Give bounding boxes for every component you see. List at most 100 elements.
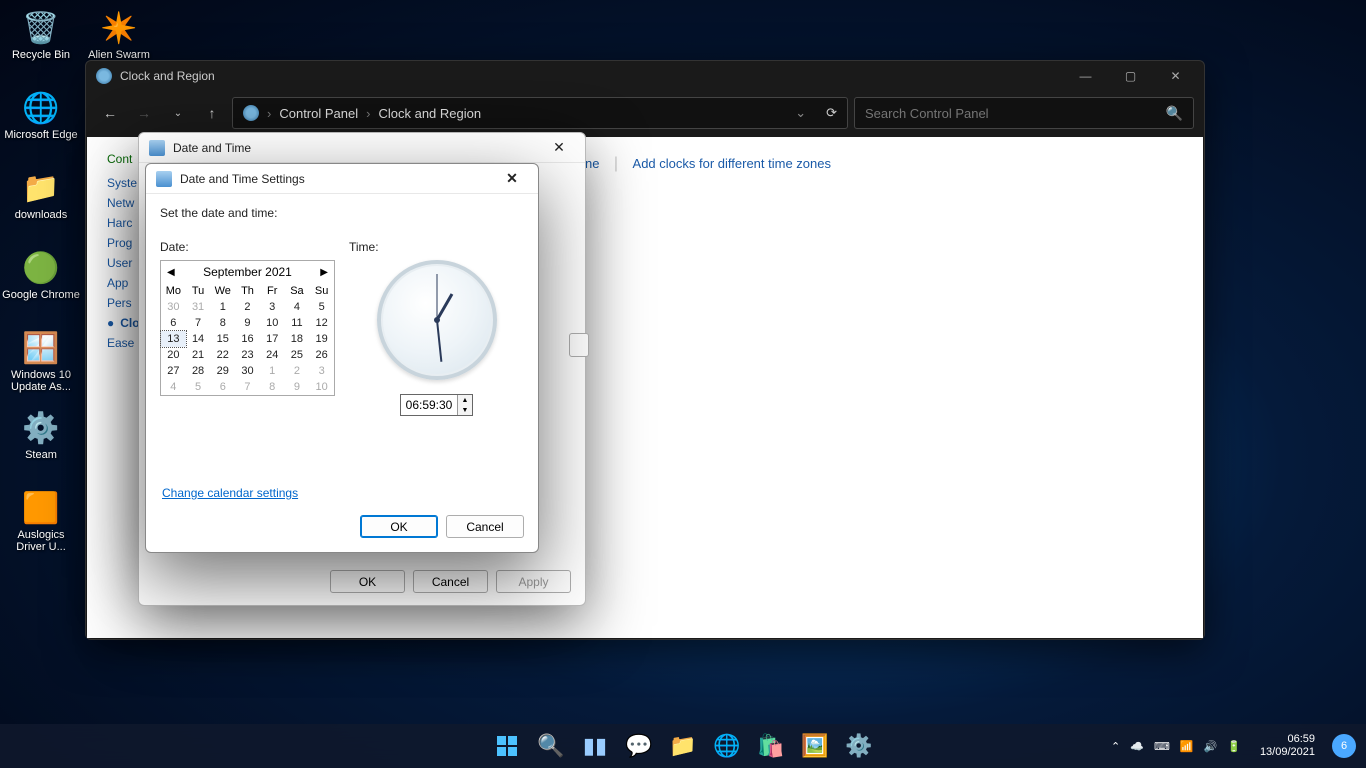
cal-day[interactable]: 20 <box>161 347 186 363</box>
cal-day[interactable]: 10 <box>260 315 285 331</box>
cal-day[interactable]: 30 <box>235 363 260 379</box>
cal-day[interactable]: 23 <box>235 347 260 363</box>
time-input[interactable] <box>401 396 457 414</box>
cal-day[interactable]: 9 <box>285 379 310 395</box>
cal-day[interactable]: 18 <box>285 331 310 347</box>
cal-day[interactable]: 12 <box>309 315 334 331</box>
cal-day[interactable]: 9 <box>235 315 260 331</box>
cal-day[interactable]: 4 <box>161 379 186 395</box>
link-partial[interactable]: ne <box>585 156 599 171</box>
cal-day[interactable]: 1 <box>210 299 235 315</box>
desktop-icon-windows-10-update-as-[interactable]: 🪟Windows 10 Update As... <box>2 325 80 395</box>
cal-day[interactable]: 7 <box>186 315 211 331</box>
desktop-icon-microsoft-edge[interactable]: 🌐Microsoft Edge <box>2 85 80 155</box>
chevron-right-icon[interactable]: › <box>267 106 271 121</box>
cal-day[interactable]: 13 <box>161 331 186 347</box>
explorer-button[interactable]: 📁 <box>663 726 703 766</box>
cal-day[interactable]: 22 <box>210 347 235 363</box>
minimize-button[interactable]: — <box>1063 62 1108 90</box>
up-button[interactable]: ↑ <box>198 99 226 127</box>
dts-titlebar[interactable]: Date and Time Settings ✕ <box>146 164 538 194</box>
search-button[interactable]: 🔍 <box>531 726 571 766</box>
cal-day[interactable]: 3 <box>260 299 285 315</box>
refresh-icon[interactable]: ⟳ <box>826 105 837 121</box>
crumb-clock-region[interactable]: Clock and Region <box>378 106 481 121</box>
cal-day[interactable]: 8 <box>260 379 285 395</box>
dt-ok-button[interactable]: OK <box>330 570 405 593</box>
address-dropdown-icon[interactable]: ⌄ <box>795 105 806 121</box>
desktop-icon-recycle-bin[interactable]: 🗑️Recycle Bin <box>2 5 80 75</box>
cal-day[interactable]: 19 <box>309 331 334 347</box>
system-tray[interactable]: ⌃ ☁️ ⌨ 📶 🔊 🔋 <box>1103 740 1249 753</box>
cal-day[interactable]: 14 <box>186 331 211 347</box>
cal-day[interactable]: 5 <box>186 379 211 395</box>
cal-day[interactable]: 6 <box>210 379 235 395</box>
cal-day[interactable]: 15 <box>210 331 235 347</box>
cp-titlebar[interactable]: Clock and Region — ▢ ✕ <box>86 61 1204 91</box>
time-spin-down[interactable]: ▼ <box>458 405 472 415</box>
cal-day[interactable]: 2 <box>235 299 260 315</box>
cal-day[interactable]: 10 <box>309 379 334 395</box>
cal-day[interactable]: 16 <box>235 331 260 347</box>
keyboard-icon[interactable]: ⌨ <box>1154 740 1170 753</box>
cal-day[interactable]: 24 <box>260 347 285 363</box>
cal-prev-month[interactable]: ◀ <box>167 267 175 278</box>
notification-badge[interactable]: 6 <box>1332 734 1356 758</box>
tray-chevron-icon[interactable]: ⌃ <box>1111 740 1120 753</box>
cal-day[interactable]: 3 <box>309 363 334 379</box>
close-button[interactable]: ✕ <box>1153 62 1198 90</box>
edge-button[interactable]: 🌐 <box>707 726 747 766</box>
cal-day[interactable]: 27 <box>161 363 186 379</box>
cal-day[interactable]: 1 <box>260 363 285 379</box>
taskview-button[interactable]: ▮▮ <box>575 726 615 766</box>
volume-icon[interactable]: 🔊 <box>1204 740 1218 753</box>
dts-cancel-button[interactable]: Cancel <box>446 515 524 538</box>
desktop-icon-auslogics-driver-u-[interactable]: 🟧Auslogics Driver U... <box>2 485 80 555</box>
search-input[interactable] <box>865 106 1166 121</box>
back-button[interactable]: ← <box>96 99 124 127</box>
link-add-clocks[interactable]: Add clocks for different time zones <box>633 156 831 171</box>
dt-apply-button[interactable]: Apply <box>496 570 571 593</box>
crumb-control-panel[interactable]: Control Panel <box>279 106 358 121</box>
forward-button[interactable]: → <box>130 99 158 127</box>
search-box[interactable]: 🔍 <box>854 97 1194 129</box>
desktop-icon-google-chrome[interactable]: 🟢Google Chrome <box>2 245 80 315</box>
desktop-icon-steam[interactable]: ⚙️Steam <box>2 405 80 475</box>
cal-day[interactable]: 6 <box>161 315 186 331</box>
app2-button[interactable]: ⚙️ <box>839 726 879 766</box>
change-calendar-settings-link[interactable]: Change calendar settings <box>162 486 298 500</box>
time-spin-up[interactable]: ▲ <box>458 395 472 405</box>
search-icon[interactable]: 🔍 <box>1166 105 1183 122</box>
cal-day[interactable]: 5 <box>309 299 334 315</box>
start-button[interactable] <box>487 726 527 766</box>
address-bar[interactable]: › Control Panel › Clock and Region ⌄ ⟳ <box>232 97 848 129</box>
cal-next-month[interactable]: ▶ <box>320 267 328 278</box>
desktop-icon-downloads[interactable]: 📁downloads <box>2 165 80 235</box>
recent-dropdown[interactable]: ⌄ <box>164 99 192 127</box>
partial-button[interactable] <box>569 333 589 357</box>
dt-cancel-button[interactable]: Cancel <box>413 570 488 593</box>
cal-day[interactable]: 29 <box>210 363 235 379</box>
cal-day[interactable]: 7 <box>235 379 260 395</box>
cal-day[interactable]: 2 <box>285 363 310 379</box>
maximize-button[interactable]: ▢ <box>1108 62 1153 90</box>
cal-day[interactable]: 21 <box>186 347 211 363</box>
cal-day[interactable]: 30 <box>161 299 186 315</box>
battery-icon[interactable]: 🔋 <box>1227 740 1241 753</box>
dt-titlebar[interactable]: Date and Time ✕ <box>139 133 585 163</box>
store-button[interactable]: 🛍️ <box>751 726 791 766</box>
cal-day[interactable]: 25 <box>285 347 310 363</box>
cal-day[interactable]: 31 <box>186 299 211 315</box>
taskbar-clock[interactable]: 06:59 13/09/2021 <box>1252 733 1323 759</box>
cal-day[interactable]: 4 <box>285 299 310 315</box>
cal-day[interactable]: 17 <box>260 331 285 347</box>
chevron-right-icon[interactable]: › <box>366 106 370 121</box>
widgets-button[interactable]: 💬 <box>619 726 659 766</box>
app1-button[interactable]: 🖼️ <box>795 726 835 766</box>
wifi-icon[interactable]: 📶 <box>1180 740 1194 753</box>
dt-close-button[interactable]: ✕ <box>539 135 579 161</box>
cal-day[interactable]: 26 <box>309 347 334 363</box>
dts-ok-button[interactable]: OK <box>360 515 438 538</box>
dts-close-button[interactable]: ✕ <box>492 166 532 192</box>
onedrive-icon[interactable]: ☁️ <box>1130 740 1144 753</box>
